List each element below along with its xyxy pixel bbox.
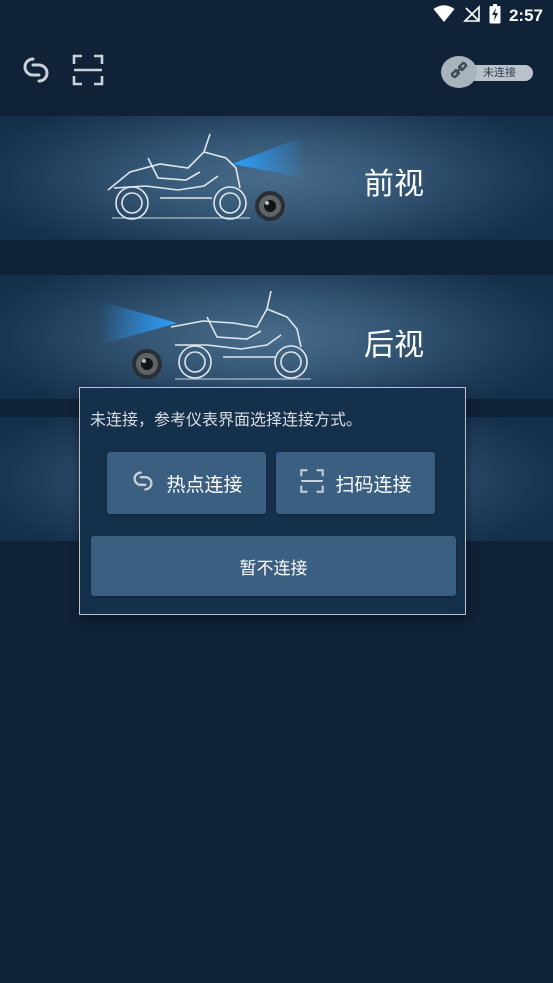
scan-connect-label: 扫码连接 (335, 473, 412, 496)
status-icons: 2:57 (433, 4, 543, 28)
wifi-icon (433, 5, 455, 27)
connection-dialog: 未连接，参考仪表界面选择连接方式。 热点连接 扫码连接 暂不连接 (79, 387, 466, 615)
front-view-card[interactable]: 前视 (0, 116, 553, 240)
hotspot-connect-button[interactable]: 热点连接 (107, 452, 266, 514)
status-time: 2:57 (508, 6, 543, 25)
link-ring-icon (19, 53, 53, 91)
hotspot-connect-label: 热点连接 (166, 473, 243, 496)
toolbar: 未连接 (0, 52, 553, 92)
no-signal-icon (463, 5, 481, 27)
scan-frame-icon (71, 53, 105, 91)
rear-view-card[interactable]: 后视 (0, 275, 553, 399)
motorcycle-front-camera-illustration (107, 133, 305, 221)
rear-view-label: 后视 (364, 328, 424, 363)
scan-connect-button[interactable]: 扫码连接 (276, 452, 435, 514)
dialog-message: 未连接，参考仪表界面选择连接方式。 (90, 410, 363, 429)
connection-status-label: 未连接 (483, 66, 516, 79)
not-now-label: 暂不连接 (239, 558, 308, 579)
motorcycle-rear-camera-illustration (100, 290, 311, 380)
scan-frame-icon (299, 468, 325, 499)
link-chain-icon (447, 58, 471, 86)
connection-status-circle (441, 56, 477, 88)
hotspot-link-button[interactable] (18, 54, 54, 90)
link-ring-icon (130, 468, 156, 499)
status-bar: 2:57 (0, 0, 553, 32)
battery-charging-icon (489, 4, 501, 28)
not-now-button[interactable]: 暂不连接 (91, 536, 456, 596)
front-view-label: 前视 (364, 167, 424, 202)
scan-qr-button[interactable] (70, 54, 106, 90)
connection-status-badge[interactable]: 未连接 (441, 56, 533, 88)
